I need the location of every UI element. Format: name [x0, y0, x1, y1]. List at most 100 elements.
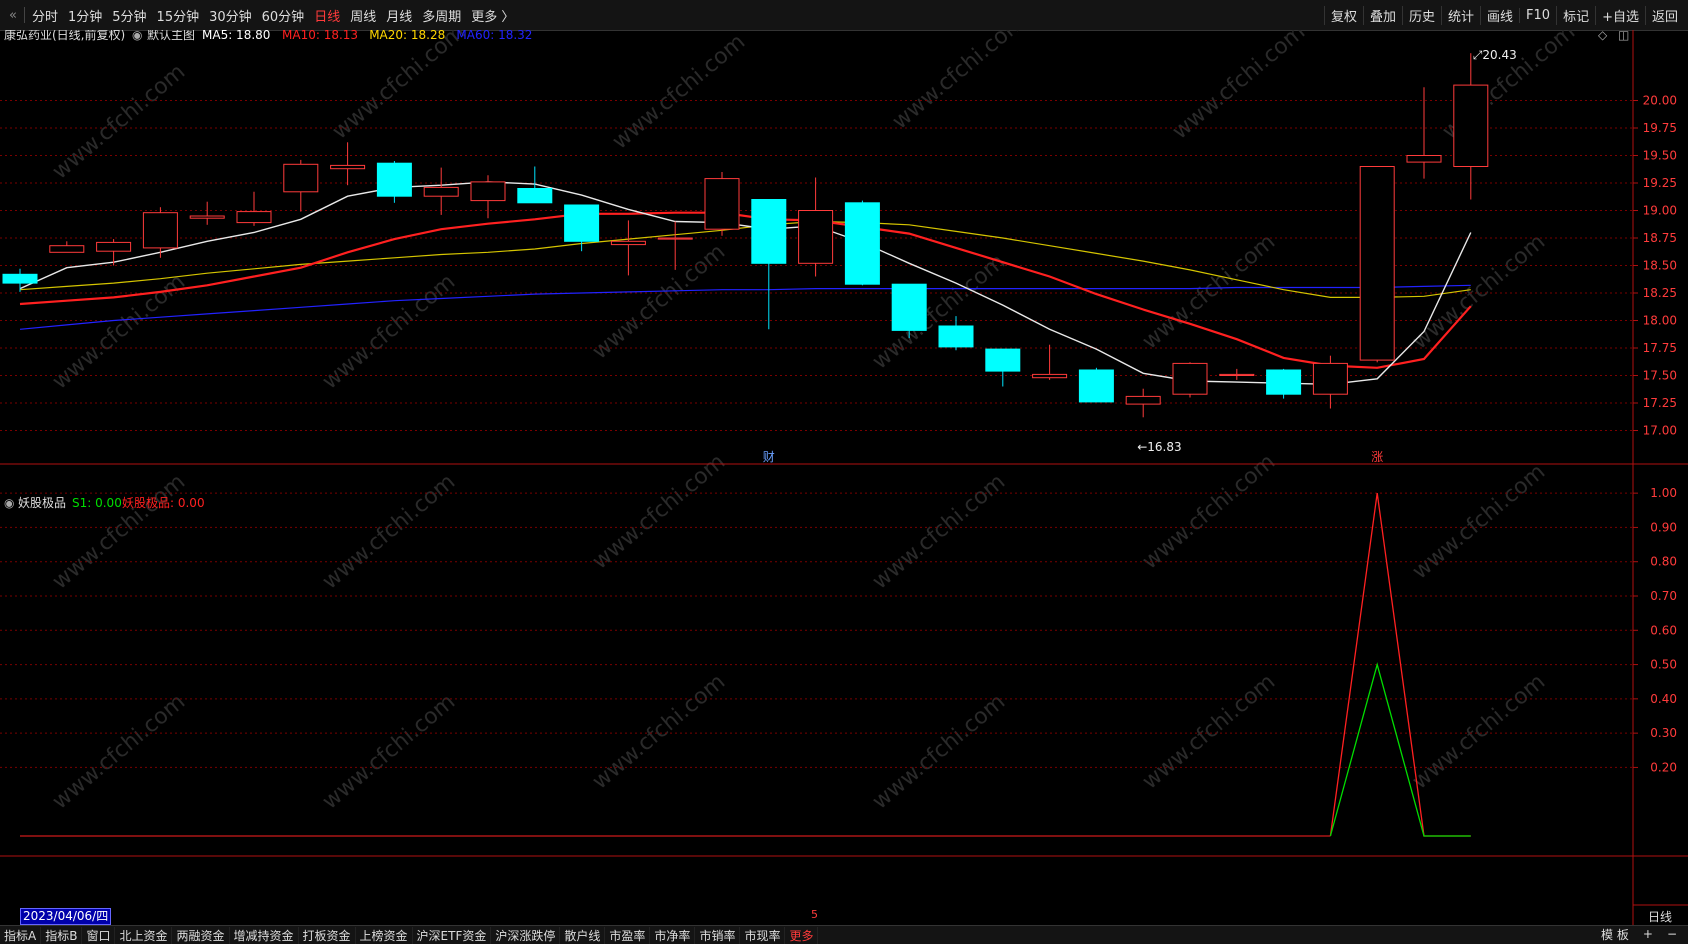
watermark-text: www.cfchi.com: [588, 239, 730, 364]
bottom-tab-12[interactable]: 市净率: [650, 926, 696, 944]
period-bar: « 分时 1分钟 5分钟 15分钟 30分钟 60分钟 日线 周线 月线 多周期 更多 〉: [4, 0, 519, 30]
candle: [1266, 368, 1302, 399]
price-tick-label: 20.00: [1643, 94, 1677, 108]
candle-body: [704, 178, 740, 230]
bottom-tab-3[interactable]: 北上资金: [115, 926, 173, 944]
period-tab-4[interactable]: 30分钟: [204, 6, 257, 25]
toolbar-button-8[interactable]: 返回: [1644, 5, 1684, 25]
toolbar-button-3[interactable]: 统计: [1441, 5, 1480, 25]
period-tab-10[interactable]: 更多 〉: [466, 6, 519, 25]
candle: [1032, 344, 1068, 380]
price-tick-label: 19.00: [1643, 204, 1677, 218]
indicator-s1-label: S1: 0.00: [72, 496, 122, 510]
indicator-name[interactable]: 妖股极品: [18, 496, 66, 510]
bottom-control-2[interactable]: −: [1660, 927, 1684, 941]
candle: [1172, 362, 1208, 398]
indicator-tick-label: 0.20: [1650, 760, 1677, 774]
bottom-tab-1[interactable]: 指标B: [41, 926, 83, 944]
toolbar-button-5[interactable]: F10: [1519, 7, 1556, 23]
toolbar-divider: [23, 7, 25, 23]
period-tab-6[interactable]: 日线: [309, 6, 345, 25]
period-tab-9[interactable]: 多周期: [417, 6, 466, 25]
bottom-control-0[interactable]: 模 板: [1594, 926, 1636, 943]
price-tick-label: 18.75: [1643, 231, 1677, 245]
price-tick-label: 18.25: [1643, 286, 1677, 300]
date-cursor-label: 2023/04/06/四: [20, 908, 112, 925]
bottom-control-1[interactable]: +: [1636, 927, 1660, 941]
maximize-icon[interactable]: ◫: [1618, 30, 1629, 42]
candle: [704, 172, 740, 236]
chart-area[interactable]: www.cfchi.com www.cfchi.com www.cfchi.com w…: [0, 30, 1688, 925]
candle-body: [985, 348, 1021, 372]
bottom-tab-13[interactable]: 市销率: [695, 926, 741, 944]
period-tab-2[interactable]: 5分钟: [107, 6, 151, 25]
bottom-tab-2[interactable]: 窗口: [82, 926, 116, 944]
period-tab-1[interactable]: 1分钟: [63, 6, 107, 25]
period-tab-5[interactable]: 60分钟: [257, 6, 310, 25]
bottom-tab-14[interactable]: 市现率: [740, 926, 786, 944]
toolbar-button-7[interactable]: +自选: [1595, 5, 1645, 25]
watermark-text: www.cfchi.com: [1408, 669, 1550, 794]
period-tab-3[interactable]: 15分钟: [152, 6, 205, 25]
indicator-value-label: 妖股极品: 0.00: [122, 496, 205, 510]
candle: [283, 159, 319, 212]
candle-body: [891, 283, 927, 331]
candle-body: [2, 273, 38, 284]
toolbar-button-0[interactable]: 复权: [1323, 5, 1363, 25]
back-arrows-icon[interactable]: «: [4, 8, 22, 23]
toolbar-button-1[interactable]: 叠加: [1362, 5, 1402, 25]
toolbar-button-6[interactable]: 标记: [1556, 5, 1595, 25]
bottom-tab-7[interactable]: 上榜资金: [356, 926, 413, 944]
price-tick-label: 19.50: [1643, 149, 1677, 163]
candle-body: [189, 215, 225, 219]
price-tick-label: 17.00: [1643, 424, 1677, 438]
candle: [49, 241, 85, 253]
candle: [1078, 367, 1114, 403]
watermark-text: www.cfchi.com: [868, 469, 1010, 594]
bottom-tab-11[interactable]: 市盈率: [605, 926, 651, 944]
bottom-tab-0[interactable]: 指标A: [0, 926, 42, 944]
period-tab-0[interactable]: 分时: [27, 6, 63, 25]
watermark-text: www.cfchi.com: [1138, 449, 1280, 574]
candle: [610, 220, 646, 276]
candle-body: [844, 202, 880, 285]
candle-body: [236, 211, 272, 224]
ma-legend-item: MA5: 18.80: [202, 30, 270, 42]
candle: [236, 191, 272, 226]
period-tab-7[interactable]: 周线: [345, 6, 381, 25]
indicator-tick-label: 0.60: [1650, 623, 1677, 637]
period-tab-8[interactable]: 月线: [381, 6, 417, 25]
ma-legend: MA5: 18.80 MA10: 18.13 MA20: 18.28 MA60: 18…: [202, 30, 532, 42]
bottom-tab-10[interactable]: 散户线: [560, 926, 606, 944]
event-mark: 涨: [1371, 449, 1383, 464]
toolbar-button-4[interactable]: 画线: [1480, 5, 1519, 25]
candle-body: [376, 162, 412, 197]
candle: [1453, 53, 1489, 200]
settings-diamond-icon[interactable]: ◇: [1598, 30, 1608, 42]
bottom-tab-8[interactable]: 沪深ETF资金: [413, 926, 492, 944]
indicator-tick-label: 0.80: [1650, 555, 1677, 569]
price-tick-label: 18.00: [1643, 314, 1677, 328]
watermark-text: www.cfchi.com: [48, 269, 190, 394]
watermark-text: www.cfchi.com: [328, 30, 470, 145]
template-label[interactable]: 默认主图: [147, 30, 195, 42]
template-icon[interactable]: ◉: [132, 30, 142, 42]
candle-body: [610, 240, 646, 246]
watermark-text: www.cfchi.com: [1138, 669, 1280, 794]
candle: [96, 239, 132, 266]
bottom-tab-4[interactable]: 两融资金: [172, 926, 230, 944]
candle-body: [1453, 84, 1489, 167]
bottom-tab-9[interactable]: 沪深涨跌停: [491, 926, 561, 944]
candle-body: [798, 210, 834, 264]
bottom-tab-15[interactable]: 更多: [785, 926, 819, 944]
candle-body: [1312, 362, 1348, 395]
watermark-layer: www.cfchi.com www.cfchi.com www.cfchi.com w…: [48, 30, 1580, 815]
indicator-toggle-icon[interactable]: ◉: [4, 496, 14, 510]
bottom-tab-6[interactable]: 打板资金: [299, 926, 356, 944]
bottom-tab-5[interactable]: 增减持资金: [230, 926, 299, 944]
watermark-text: www.cfchi.com: [318, 689, 460, 814]
price-tick-label: 17.50: [1643, 369, 1677, 383]
watermark-text: www.cfchi.com: [48, 689, 190, 814]
toolbar-button-2[interactable]: 历史: [1401, 5, 1441, 25]
max-price-label: ⤢20.43: [1472, 48, 1517, 62]
